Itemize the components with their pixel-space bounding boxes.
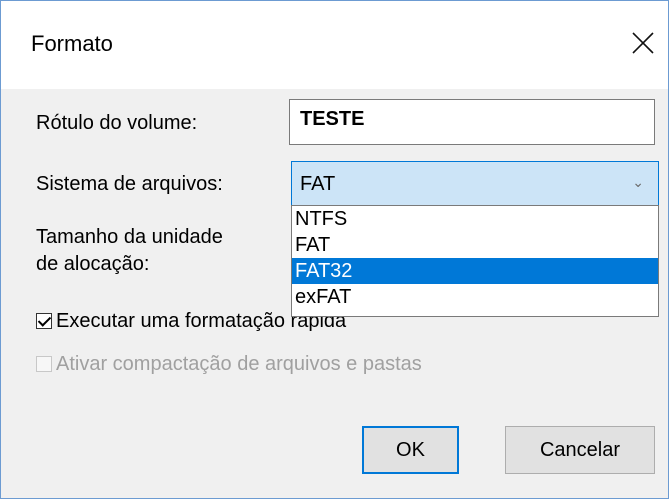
close-icon	[632, 32, 654, 54]
filesystem-select[interactable]: FAT ⌄	[291, 161, 659, 206]
filesystem-option-exfat[interactable]: exFAT	[292, 284, 658, 310]
filesystem-selected-value: FAT	[300, 173, 336, 195]
chevron-down-icon: ⌄	[632, 174, 644, 190]
filesystem-option-fat32[interactable]: FAT32	[292, 258, 658, 284]
filesystem-option-ntfs[interactable]: NTFS	[292, 206, 658, 232]
volume-label-label: Rótulo do volume:	[36, 112, 198, 134]
alloc-unit-label-line2: de alocação:	[36, 253, 150, 275]
close-button[interactable]	[625, 25, 661, 61]
dialog-title: Formato	[31, 31, 113, 56]
format-dialog: Formato Rótulo do volume: TESTE Sistema …	[0, 0, 669, 499]
compress-label: Ativar compactação de arquivos e pastas	[56, 353, 422, 375]
filesystem-label: Sistema de arquivos:	[36, 173, 223, 195]
filesystem-dropdown: NTFS FAT FAT32 exFAT	[291, 205, 659, 317]
filesystem-option-fat[interactable]: FAT	[292, 232, 658, 258]
alloc-unit-label-line1: Tamanho da unidade	[36, 226, 223, 248]
ok-button[interactable]: OK	[362, 426, 459, 474]
compress-row: Ativar compactação de arquivos e pastas	[36, 352, 422, 376]
cancel-button[interactable]: Cancelar	[505, 426, 655, 474]
quick-format-checkbox[interactable]	[36, 313, 52, 329]
title-bar: Formato	[1, 1, 668, 89]
compress-checkbox	[36, 356, 52, 372]
volume-label-input[interactable]: TESTE	[289, 99, 655, 145]
